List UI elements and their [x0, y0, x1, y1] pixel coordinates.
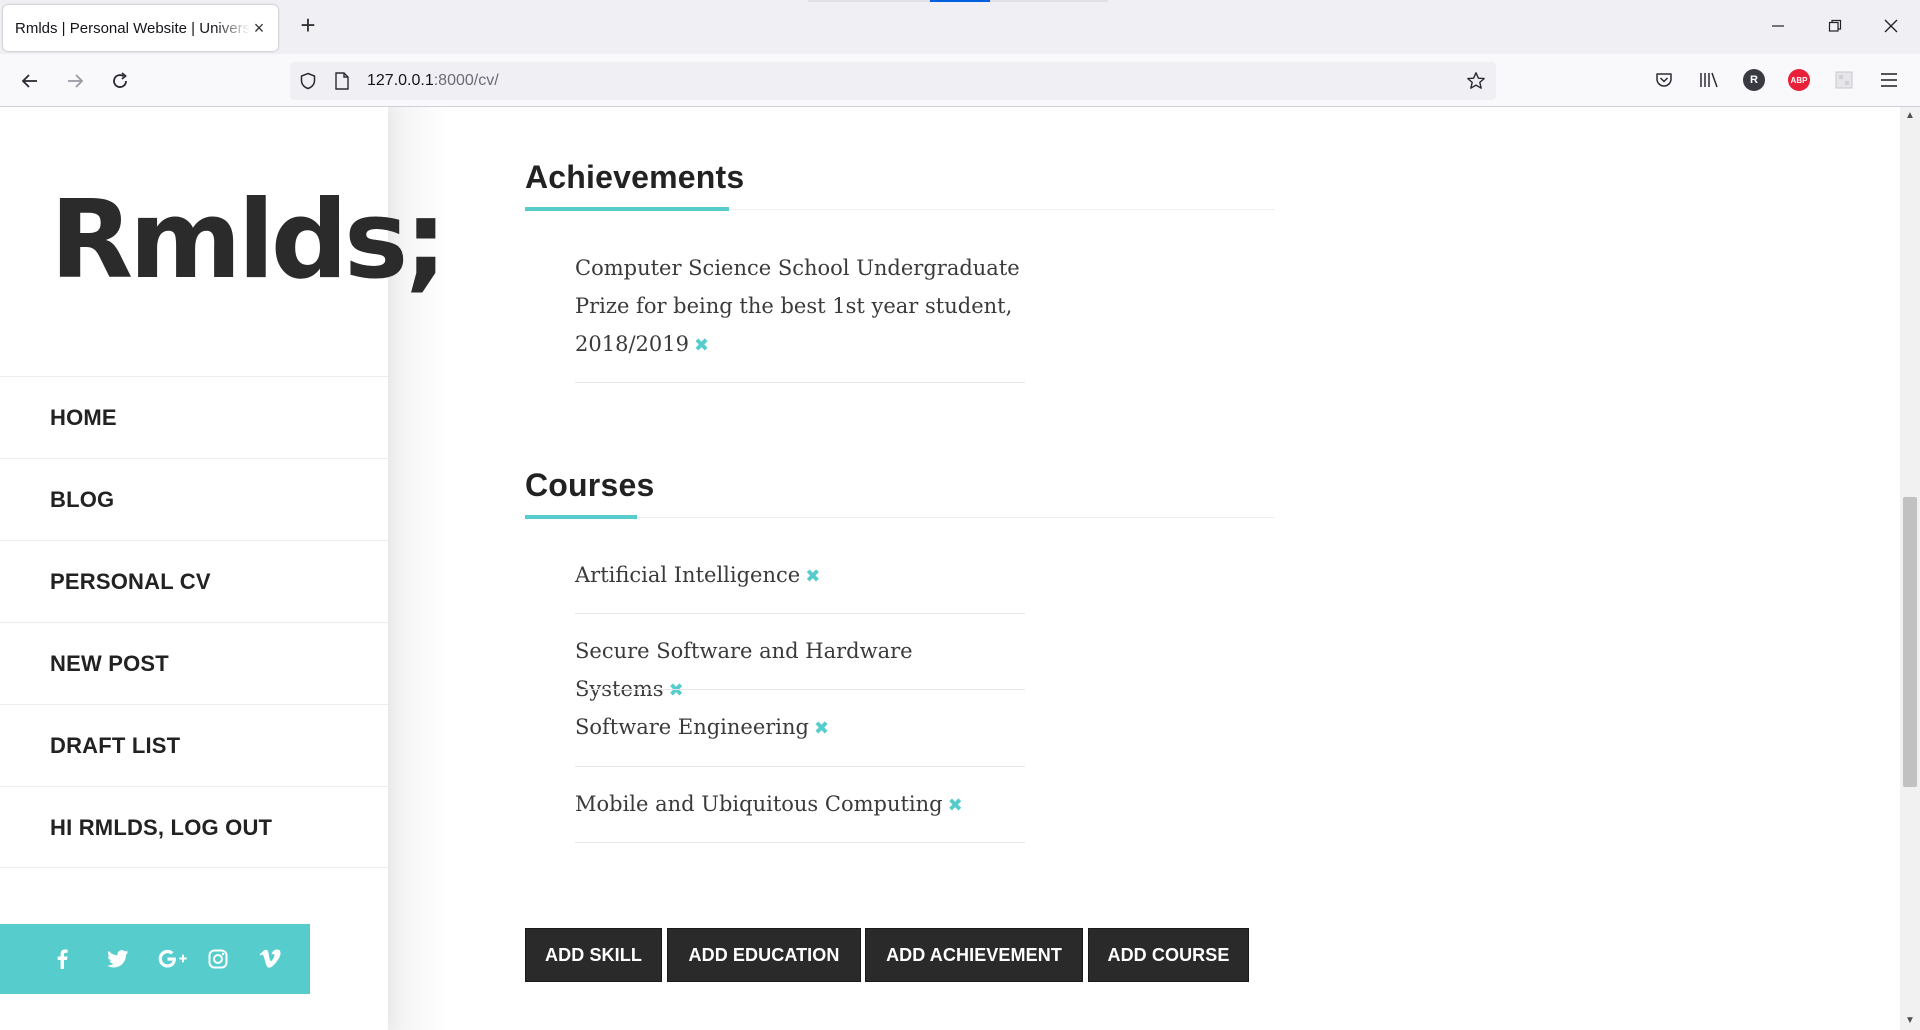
menu-item-home[interactable]: HOME — [0, 376, 388, 458]
delete-achievement-icon[interactable]: ✖ — [694, 335, 709, 356]
delete-course-icon[interactable]: ✖ — [814, 718, 829, 739]
site-logo[interactable]: Rmlds; — [50, 187, 447, 295]
scroll-up-arrow-icon[interactable]: ▲ — [1900, 107, 1920, 125]
browser-tab-active[interactable]: Rmlds | Personal Website | University of… — [3, 5, 278, 51]
add-skill-button[interactable]: ADD SKILL — [525, 928, 662, 982]
address-bar[interactable]: 127.0.0.1:8000/cv/ — [290, 62, 1496, 100]
browser-nav-bar: 127.0.0.1:8000/cv/ R ABP — [0, 54, 1920, 107]
course-item: Mobile and Ubiquitous Computing ✖ — [575, 785, 1025, 825]
reload-icon[interactable] — [104, 65, 136, 97]
course-item: Artificial Intelligence ✖ — [575, 556, 1025, 596]
profile-badge: R — [1743, 69, 1765, 91]
adblock-badge: ABP — [1788, 69, 1810, 91]
adblock-icon[interactable]: ABP — [1784, 65, 1814, 95]
course-item: Secure Software and Hardware Systems ✖ — [575, 632, 1025, 710]
add-course-button[interactable]: ADD COURSE — [1088, 928, 1249, 982]
star-icon[interactable] — [1466, 71, 1486, 91]
course-text: Secure Software and Hardware Systems — [575, 639, 913, 701]
url-host: 127.0.0.1 — [367, 72, 434, 89]
achievements-title-underline — [525, 207, 729, 211]
minimize-icon[interactable] — [1763, 12, 1793, 42]
course-text: Artificial Intelligence — [575, 563, 801, 587]
course-text: Mobile and Ubiquitous Computing — [575, 792, 943, 816]
facebook-icon[interactable] — [56, 944, 107, 974]
add-achievement-button[interactable]: ADD ACHIEVEMENT — [865, 928, 1083, 982]
shield-icon[interactable] — [298, 71, 318, 91]
google-plus-icon[interactable] — [158, 944, 209, 974]
close-window-icon[interactable] — [1876, 12, 1906, 42]
courses-divider — [525, 517, 1275, 518]
achievement-item: Computer Science School Undergraduate Pr… — [575, 249, 1025, 365]
sidebar-menu: HOME BLOG PERSONAL CV NEW POST DRAFT LIS… — [0, 376, 388, 868]
extension-icon[interactable] — [1829, 65, 1859, 95]
menu-item-personal-cv[interactable]: PERSONAL CV — [0, 540, 388, 622]
browser-tab-bar: Rmlds | Personal Website | University of… — [0, 0, 1920, 54]
courses-title: Courses — [525, 467, 655, 503]
new-tab-button[interactable]: + — [294, 12, 322, 40]
entry-divider — [575, 689, 1025, 690]
achievement-text: Computer Science School Undergraduate Pr… — [575, 256, 1020, 356]
menu-item-new-post[interactable]: NEW POST — [0, 622, 388, 704]
delete-course-icon[interactable]: ✖ — [805, 566, 820, 587]
social-links — [0, 924, 310, 994]
delete-course-icon[interactable]: ✖ — [948, 795, 963, 816]
back-icon[interactable] — [14, 65, 46, 97]
sidebar: Rmlds; HOME BLOG PERSONAL CV NEW POST DR… — [0, 107, 447, 1030]
tab-strip-indicator-active — [930, 0, 990, 2]
achievements-title: Achievements — [525, 159, 745, 195]
library-icon[interactable] — [1694, 65, 1724, 95]
page-viewport: Rmlds; HOME BLOG PERSONAL CV NEW POST DR… — [0, 107, 1920, 1030]
menu-item-logout[interactable]: HI RMLDS, LOG OUT — [0, 786, 388, 868]
scroll-down-arrow-icon[interactable]: ▼ — [1900, 1012, 1920, 1030]
page-scrollbar[interactable]: ▲ ▼ — [1900, 107, 1920, 1030]
url-text[interactable]: 127.0.0.1:8000/cv/ — [367, 72, 499, 90]
entry-divider — [575, 842, 1025, 843]
url-path: :8000/cv/ — [433, 72, 499, 89]
page-icon[interactable] — [332, 71, 352, 91]
profile-icon[interactable]: R — [1739, 65, 1769, 95]
instagram-icon[interactable] — [208, 944, 259, 974]
restore-icon[interactable] — [1820, 12, 1850, 42]
course-item: Software Engineering ✖ — [575, 708, 1025, 748]
menu-item-draft-list[interactable]: DRAFT LIST — [0, 704, 388, 786]
add-education-button[interactable]: ADD EDUCATION — [667, 928, 861, 982]
vimeo-icon[interactable] — [259, 944, 310, 974]
entry-divider — [575, 382, 1025, 383]
courses-title-underline — [525, 515, 637, 519]
scrollbar-thumb[interactable] — [1903, 497, 1917, 787]
twitter-icon[interactable] — [106, 944, 158, 974]
delete-course-icon[interactable]: ✖ — [669, 680, 684, 701]
pocket-icon[interactable] — [1649, 65, 1679, 95]
entry-divider — [575, 766, 1025, 767]
tab-close-icon[interactable]: × — [250, 19, 268, 37]
menu-item-blog[interactable]: BLOG — [0, 458, 388, 540]
forward-icon[interactable] — [59, 65, 91, 97]
course-text: Software Engineering — [575, 715, 809, 739]
tab-title: Rmlds | Personal Website | University of… — [15, 19, 250, 37]
menu-icon[interactable] — [1874, 65, 1904, 95]
entry-divider — [575, 613, 1025, 614]
